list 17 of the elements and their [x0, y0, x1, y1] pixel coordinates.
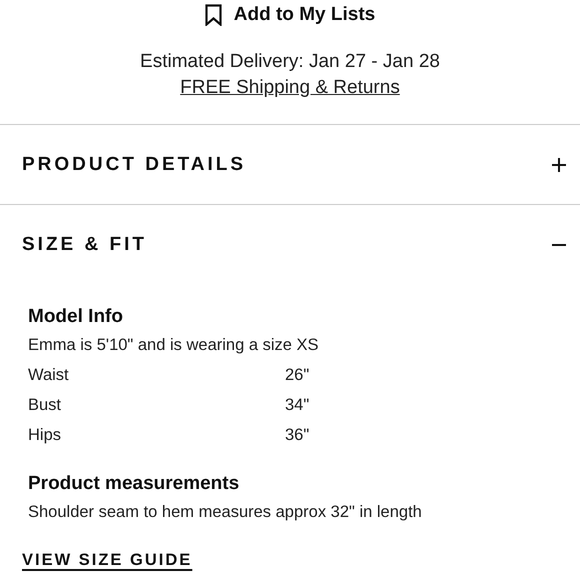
accordion-header[interactable]: PRODUCT DETAILS	[0, 124, 580, 204]
model-info-heading: Model Info	[28, 305, 124, 329]
measurement-value: 36"	[285, 425, 310, 446]
accordion-header[interactable]: SIZE & FIT	[0, 204, 580, 284]
size-guide-link[interactable]: VIEW SIZE GUIDE	[22, 547, 192, 573]
product-measurements-heading: Product measurements	[28, 472, 240, 496]
model-description: Emma is 5'10" and is wearing a size XS	[28, 335, 320, 356]
measurement-label: Waist	[28, 365, 70, 386]
product-measurements-text: Shoulder seam to hem measures approx 32" in length	[28, 502, 423, 523]
measurement-label: Hips	[28, 425, 62, 446]
measurement-value: 34"	[285, 395, 310, 416]
measurement-label: Bust	[28, 395, 62, 416]
measurement-value: 26"	[285, 365, 310, 386]
bookmark-icon	[204, 4, 222, 26]
estimated-delivery: Estimated Delivery: Jan 27 - Jan 28	[139, 50, 441, 74]
shipping-link[interactable]: FREE Shipping & Returns	[180, 75, 400, 101]
add-to-lists-button[interactable]: Add to My Lists	[204, 0, 376, 30]
